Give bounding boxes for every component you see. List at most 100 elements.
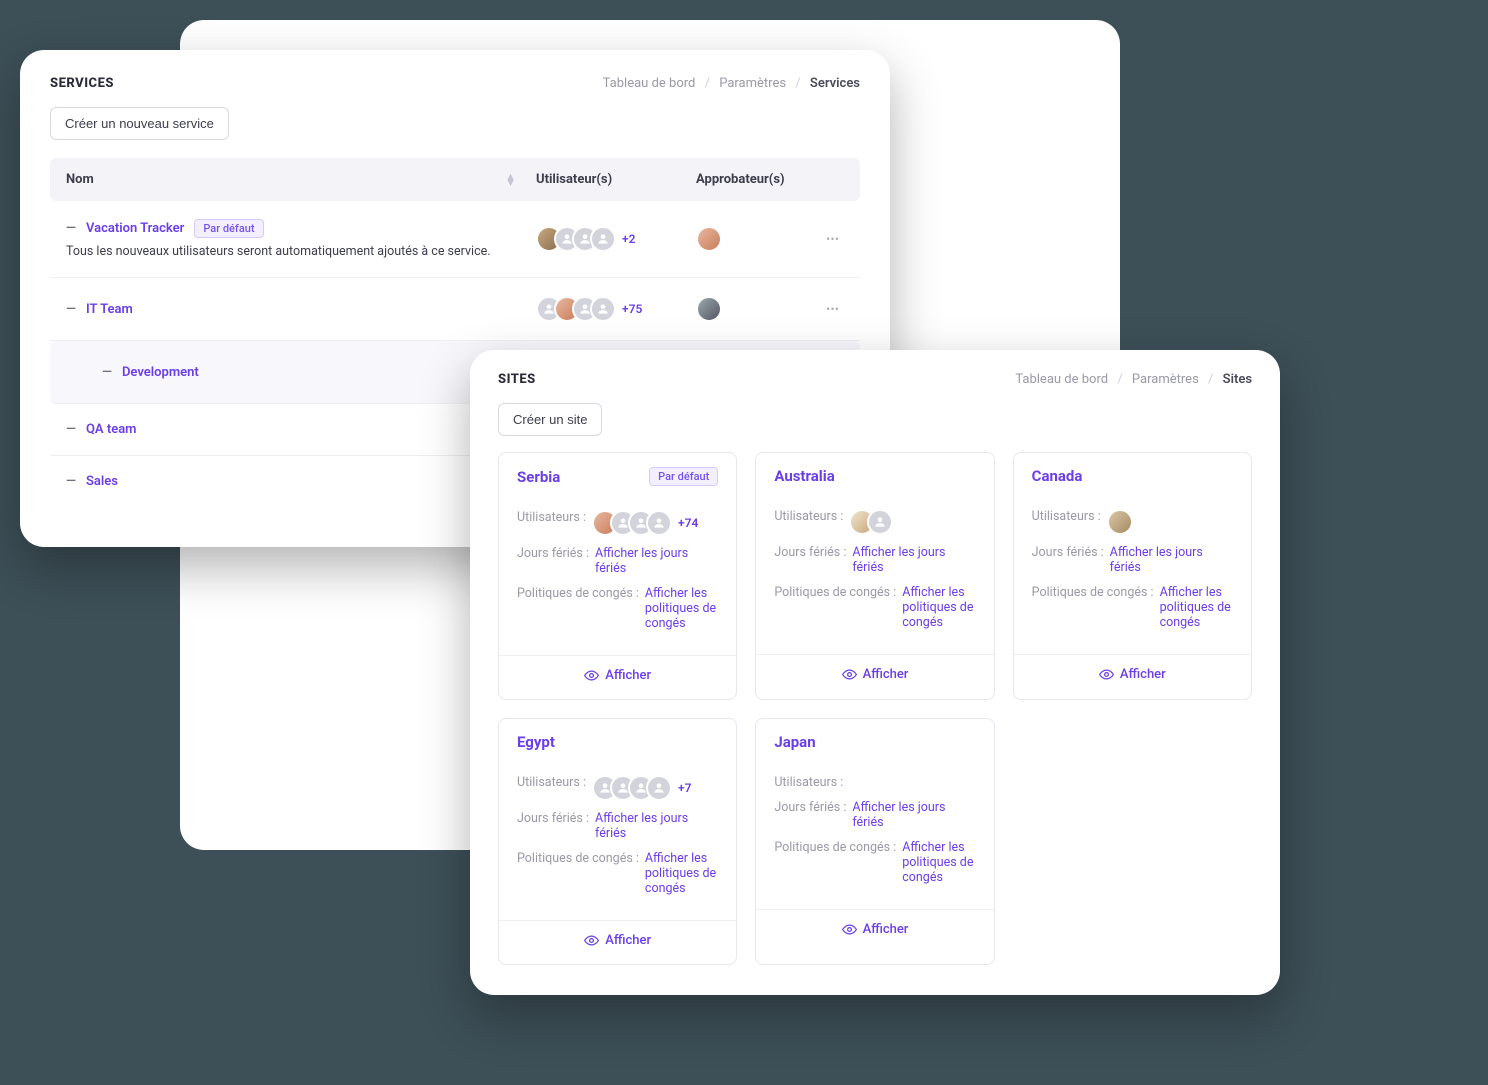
view-holidays-link[interactable]: Afficher les jours fériés <box>852 800 975 830</box>
avatar-placeholder <box>646 510 672 536</box>
site-card: Canada Utilisateurs : Jours fériés : Affich… <box>1013 452 1252 700</box>
avatar-overflow-count: +75 <box>622 302 642 316</box>
breadcrumb-current: Sites <box>1223 372 1252 387</box>
sort-icon[interactable]: ▲▼ <box>505 174 516 186</box>
site-name-link[interactable]: Serbia <box>517 468 560 486</box>
users-label: Utilisateurs : <box>1032 509 1101 524</box>
view-site-button[interactable]: Afficher <box>584 668 651 683</box>
user-avatars[interactable]: +7 <box>592 775 691 801</box>
default-badge: Par défaut <box>649 467 718 486</box>
view-policies-link[interactable]: Afficher les politiques de congés <box>645 586 718 631</box>
site-card: Egypt Utilisateurs : +7 Jours fériés : Affic… <box>498 718 737 965</box>
avatar <box>696 296 722 322</box>
sites-breadcrumb: Tableau de bord / Paramètres / Sites <box>1015 372 1252 387</box>
eye-icon <box>584 668 599 683</box>
avatar <box>1107 509 1133 535</box>
site-name-link[interactable]: Australia <box>774 467 834 485</box>
row-menu-icon[interactable]: ⋯ <box>826 232 841 247</box>
policies-label: Politiques de congés : <box>517 586 639 601</box>
collapse-icon[interactable]: — <box>66 474 76 489</box>
service-name-link[interactable]: QA team <box>86 422 137 437</box>
col-users: Utilisateur(s) <box>536 172 696 187</box>
users-label: Utilisateurs : <box>774 775 843 790</box>
view-site-button[interactable]: Afficher <box>1099 667 1166 682</box>
user-avatars[interactable] <box>1107 509 1133 535</box>
service-name-link[interactable]: Development <box>122 365 199 380</box>
view-holidays-link[interactable]: Afficher les jours fériés <box>1110 545 1233 575</box>
view-site-button[interactable]: Afficher <box>584 933 651 948</box>
breadcrumb-link[interactable]: Tableau de bord <box>1015 372 1108 387</box>
avatar-placeholder <box>590 226 616 252</box>
holidays-label: Jours fériés : <box>517 811 589 826</box>
eye-icon <box>584 933 599 948</box>
policies-label: Politiques de congés : <box>774 840 896 855</box>
col-approvers: Approbateur(s) <box>696 172 826 187</box>
policies-label: Politiques de congés : <box>774 585 896 600</box>
site-card: Japan Utilisateurs : Jours fériés : Affiche… <box>755 718 994 965</box>
table-row: — IT Team +75 ⋯ <box>50 278 860 341</box>
user-avatars[interactable]: +74 <box>592 510 698 536</box>
site-card: Australia Utilisateurs : Jours fériés : Aff… <box>755 452 994 700</box>
holidays-label: Jours fériés : <box>517 546 589 561</box>
view-policies-link[interactable]: Afficher les politiques de congés <box>1160 585 1233 630</box>
avatar-overflow-count: +7 <box>678 781 691 795</box>
holidays-label: Jours fériés : <box>774 800 846 815</box>
view-policies-link[interactable]: Afficher les politiques de congés <box>645 851 718 896</box>
site-name-link[interactable]: Egypt <box>517 733 555 751</box>
user-avatars[interactable] <box>849 509 893 535</box>
col-name[interactable]: Nom <box>66 172 94 187</box>
collapse-icon[interactable]: — <box>102 365 112 380</box>
row-menu-icon[interactable]: ⋯ <box>826 302 841 317</box>
services-breadcrumb: Tableau de bord / Paramètres / Services <box>603 76 860 91</box>
breadcrumb-link[interactable]: Paramètres <box>719 76 786 91</box>
sites-panel: SITES Tableau de bord / Paramètres / Sit… <box>470 350 1280 995</box>
view-site-button[interactable]: Afficher <box>842 922 909 937</box>
collapse-icon[interactable]: — <box>66 221 76 236</box>
avatar <box>696 226 722 252</box>
user-avatars[interactable]: +2 <box>536 226 696 252</box>
create-service-button[interactable]: Créer un nouveau service <box>50 107 229 140</box>
sites-title: SITES <box>498 372 536 387</box>
policies-label: Politiques de congés : <box>517 851 639 866</box>
eye-icon <box>842 667 857 682</box>
users-label: Utilisateurs : <box>517 510 586 525</box>
collapse-icon[interactable]: — <box>66 302 76 317</box>
breadcrumb-link[interactable]: Tableau de bord <box>603 76 696 91</box>
approver-avatars[interactable] <box>696 296 826 322</box>
view-holidays-link[interactable]: Afficher les jours fériés <box>595 546 718 576</box>
default-badge: Par défaut <box>194 219 263 238</box>
breadcrumb-current: Services <box>810 76 860 91</box>
breadcrumb-link[interactable]: Paramètres <box>1132 372 1199 387</box>
create-site-button[interactable]: Créer un site <box>498 403 602 436</box>
users-label: Utilisateurs : <box>517 775 586 790</box>
avatar-overflow-count: +2 <box>622 232 635 246</box>
site-name-link[interactable]: Canada <box>1032 467 1083 485</box>
users-label: Utilisateurs : <box>774 509 843 524</box>
policies-label: Politiques de congés : <box>1032 585 1154 600</box>
services-title: SERVICES <box>50 76 114 91</box>
avatar-placeholder <box>646 775 672 801</box>
avatar-overflow-count: +74 <box>678 516 698 530</box>
approver-avatars[interactable] <box>696 226 826 252</box>
view-holidays-link[interactable]: Afficher les jours fériés <box>595 811 718 841</box>
avatar-placeholder <box>867 509 893 535</box>
view-site-button[interactable]: Afficher <box>842 667 909 682</box>
view-holidays-link[interactable]: Afficher les jours fériés <box>852 545 975 575</box>
table-header: Nom ▲▼ Utilisateur(s) Approbateur(s) <box>50 158 860 201</box>
site-name-link[interactable]: Japan <box>774 733 815 751</box>
eye-icon <box>1099 667 1114 682</box>
user-avatars[interactable]: +75 <box>536 296 696 322</box>
eye-icon <box>842 922 857 937</box>
avatar-placeholder <box>590 296 616 322</box>
service-name-link[interactable]: IT Team <box>86 302 133 317</box>
table-row: — Vacation Tracker Par défaut Tous les n… <box>50 201 860 278</box>
view-policies-link[interactable]: Afficher les politiques de congés <box>902 840 975 885</box>
collapse-icon[interactable]: — <box>66 422 76 437</box>
service-name-link[interactable]: Sales <box>86 474 118 489</box>
site-card: Serbia Par défaut Utilisateurs : +74 Jours f… <box>498 452 737 700</box>
service-name-link[interactable]: Vacation Tracker <box>86 221 184 236</box>
holidays-label: Jours fériés : <box>1032 545 1104 560</box>
view-policies-link[interactable]: Afficher les politiques de congés <box>902 585 975 630</box>
holidays-label: Jours fériés : <box>774 545 846 560</box>
service-description: Tous les nouveaux utilisateurs seront au… <box>66 244 536 259</box>
